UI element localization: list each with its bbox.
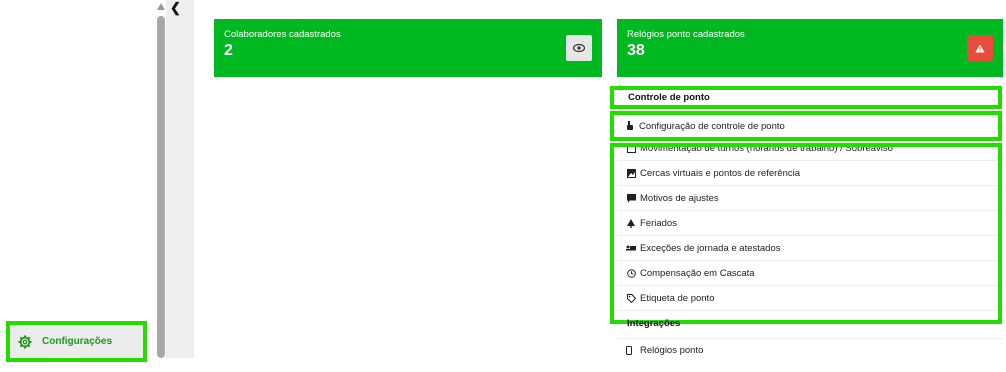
- sidebar-item-label: Configurações: [42, 336, 113, 347]
- section-title: Controle de ponto: [628, 92, 710, 103]
- collapse-sidebar-chevron-icon[interactable]: ❮: [170, 0, 181, 16]
- menu-items-highlight: [610, 143, 1002, 324]
- card-title: Relógios ponto cadastrados: [627, 29, 745, 40]
- sidebar: [0, 0, 152, 372]
- eye-icon: [573, 44, 585, 52]
- sidebar-scrollbar[interactable]: [157, 16, 165, 358]
- section-title-integracoes: Integrações: [627, 318, 681, 329]
- scroll-up-arrow-icon[interactable]: [157, 3, 165, 10]
- time-clocks-card: Relógios ponto cadastrados 38: [617, 19, 1003, 77]
- menu-item-relogios-ponto[interactable]: Relógios ponto: [617, 338, 1003, 362]
- menu-item-label: Configuração de controle de ponto: [639, 120, 785, 132]
- gear-icon: [18, 334, 32, 349]
- section-header-controle-de-ponto: Controle de ponto: [610, 86, 1002, 109]
- time-clocks-warning-button[interactable]: [967, 35, 993, 61]
- view-collaborators-button[interactable]: [566, 35, 592, 61]
- warning-icon: [975, 44, 985, 52]
- card-title: Colaboradores cadastrados: [224, 29, 341, 40]
- sidebar-item-configuracoes[interactable]: Configurações: [6, 321, 147, 362]
- hand-pointer-icon: [626, 121, 636, 131]
- sidebar-gutter: [166, 0, 194, 358]
- collaborators-card: Colaboradores cadastrados 2: [214, 19, 602, 77]
- device-icon: [626, 346, 636, 356]
- card-value: 2: [224, 42, 233, 59]
- card-value: 38: [627, 42, 645, 59]
- menu-item-label: Relógios ponto: [640, 345, 704, 356]
